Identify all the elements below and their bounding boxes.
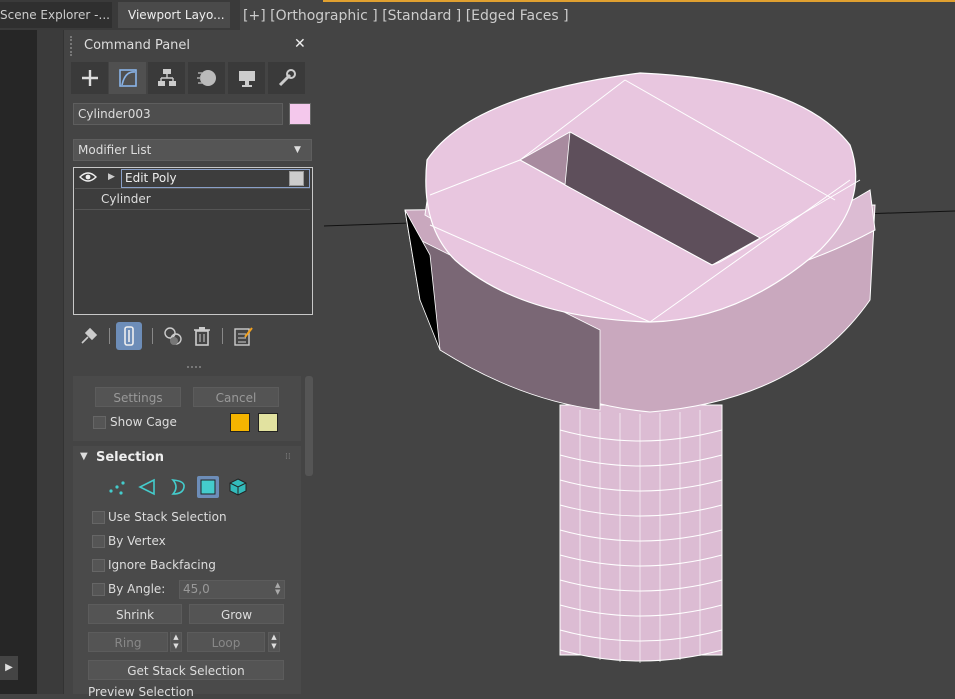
- divider: [222, 328, 223, 344]
- tab-viewport-layouts[interactable]: Viewport Layo...: [118, 2, 230, 28]
- screw-head: [404, 72, 876, 413]
- show-cage-checkbox[interactable]: [93, 416, 106, 429]
- display-icon: [238, 71, 255, 87]
- element-icon: [229, 478, 247, 496]
- make-unique-icon: [164, 327, 182, 345]
- command-panel-title: Command Panel: [84, 38, 191, 53]
- ring-spinner-icon[interactable]: ▲ ▼: [170, 632, 182, 652]
- left-gutter: [37, 30, 63, 694]
- loop-button[interactable]: Loop: [187, 632, 265, 652]
- utilities-icon: [278, 69, 296, 87]
- grow-button[interactable]: Grow: [189, 604, 284, 624]
- viewport-active-border: [323, 0, 955, 2]
- object-color-swatch[interactable]: [289, 103, 311, 125]
- expand-arrow-icon[interactable]: ▶: [0, 656, 18, 680]
- rollout-splitter[interactable]: [187, 366, 201, 371]
- vertex-icon: [109, 481, 125, 495]
- border-mode-button[interactable]: [166, 476, 188, 498]
- configure-modifier-sets-button[interactable]: [230, 322, 256, 350]
- chevron-down-icon[interactable]: ▼: [294, 145, 301, 155]
- cage-color-swatch-2[interactable]: [258, 413, 278, 432]
- screw-model[interactable]: [322, 0, 955, 694]
- panel-grip-handle[interactable]: [70, 36, 76, 56]
- angle-value-field[interactable]: 45,0: [179, 580, 285, 599]
- polygon-icon: [200, 479, 216, 495]
- modifier-list-dropdown[interactable]: Modifier List: [73, 139, 312, 161]
- tab-display[interactable]: [228, 62, 265, 94]
- screw-shank: [559, 404, 723, 663]
- close-icon[interactable]: ✕: [294, 36, 306, 52]
- by-vertex-checkbox[interactable]: [92, 535, 105, 548]
- eye-icon[interactable]: [79, 171, 97, 186]
- divider: [75, 209, 310, 210]
- cage-color-swatch-1[interactable]: [230, 413, 250, 432]
- panel-scrollbar[interactable]: [305, 376, 313, 476]
- angle-spinner-icon[interactable]: ▲ ▼: [275, 582, 280, 596]
- remove-modifier-icon: [194, 327, 210, 346]
- edge-mode-button[interactable]: [136, 476, 158, 498]
- pin-stack-icon: [81, 327, 98, 344]
- stack-item-cylinder[interactable]: Cylinder: [101, 192, 151, 206]
- element-mode-button[interactable]: [227, 476, 249, 498]
- configure-modifier-sets-icon: [234, 327, 253, 346]
- use-stack-selection-checkbox[interactable]: [92, 511, 105, 524]
- viewport-label[interactable]: [+] [Orthographic ] [Standard ] [Edged F…: [243, 8, 569, 24]
- tab-modify[interactable]: [109, 62, 146, 94]
- vertex-mode-button[interactable]: [106, 476, 128, 498]
- object-name-field[interactable]: Cylinder003: [73, 103, 283, 125]
- selection-rollout-title[interactable]: Selection: [96, 450, 164, 465]
- edge-icon: [138, 478, 155, 496]
- ring-button[interactable]: Ring: [88, 632, 168, 652]
- remove-modifier-button[interactable]: [189, 322, 215, 350]
- tab-hierarchy[interactable]: [148, 62, 185, 94]
- ignore-backfacing-checkbox[interactable]: [92, 559, 105, 572]
- divider: [152, 328, 153, 344]
- motion-icon: [196, 70, 216, 86]
- modifier-stack: [73, 167, 313, 315]
- border-icon: [171, 479, 185, 495]
- expand-triangle-icon[interactable]: ▶: [108, 172, 115, 182]
- shrink-button[interactable]: Shrink: [88, 604, 182, 624]
- viewport[interactable]: [322, 0, 955, 694]
- divider: [109, 328, 110, 344]
- loop-spinner-icon[interactable]: ▲ ▼: [268, 632, 280, 652]
- tab-create[interactable]: [71, 62, 108, 94]
- use-stack-selection-label: Use Stack Selection: [108, 510, 227, 524]
- by-vertex-label: By Vertex: [108, 534, 166, 548]
- show-end-result-button[interactable]: [116, 322, 142, 350]
- show-end-result-icon: [124, 326, 134, 346]
- tab-scene-explorer[interactable]: Scene Explorer -...: [0, 2, 112, 28]
- stack-item-label: Edit Poly: [125, 171, 177, 185]
- tab-utilities[interactable]: [268, 62, 305, 94]
- make-unique-button[interactable]: [160, 322, 186, 350]
- grip-icon[interactable]: ⁞⁞: [285, 452, 291, 462]
- preview-selection-label: Preview Selection: [88, 685, 194, 699]
- divider: [75, 188, 310, 189]
- create-icon: [81, 70, 98, 86]
- show-cage-label: Show Cage: [110, 415, 177, 429]
- by-angle-label: By Angle:: [108, 582, 166, 596]
- collapse-triangle-icon[interactable]: ▼: [80, 451, 88, 462]
- polygon-mode-button[interactable]: [197, 476, 219, 498]
- hierarchy-icon: [157, 69, 176, 86]
- settings-button[interactable]: Settings: [95, 387, 181, 407]
- left-toolbar: [0, 30, 37, 694]
- by-angle-checkbox[interactable]: [92, 583, 105, 596]
- ignore-backfacing-label: Ignore Backfacing: [108, 558, 216, 572]
- tab-motion[interactable]: [188, 62, 225, 94]
- modify-icon: [118, 69, 137, 87]
- pin-stack-button[interactable]: [76, 322, 102, 350]
- get-stack-selection-button[interactable]: Get Stack Selection: [88, 660, 284, 680]
- cancel-button[interactable]: Cancel: [193, 387, 279, 407]
- stack-item-toggle[interactable]: [289, 171, 304, 186]
